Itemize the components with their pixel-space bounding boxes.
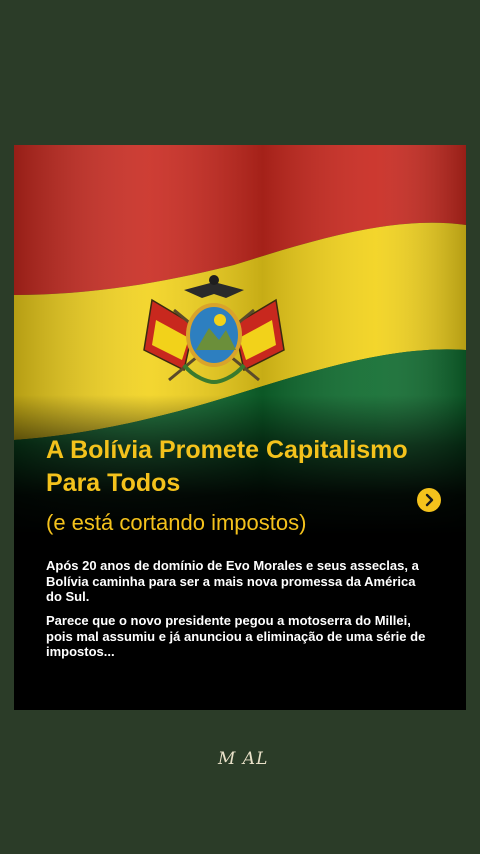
post-title: A Bolívia Promete Capitalismo Para Todos [46, 436, 408, 497]
next-slide-button[interactable] [417, 488, 441, 512]
instagram-post-screen: A Bolívia Promete Capitalismo Para Todos… [0, 0, 480, 854]
post-paragraph-1: Após 20 anos de domínio de Evo Morales e… [46, 558, 419, 604]
author-signature-logo: M AL [218, 749, 269, 769]
chevron-right-icon [425, 493, 434, 507]
post-card[interactable]: A Bolívia Promete Capitalismo Para Todos… [14, 145, 466, 710]
post-paragraph-2: Parece que o novo presidente pegou a mot… [46, 613, 426, 659]
post-subtitle: (e está cortando impostos) [46, 510, 307, 535]
